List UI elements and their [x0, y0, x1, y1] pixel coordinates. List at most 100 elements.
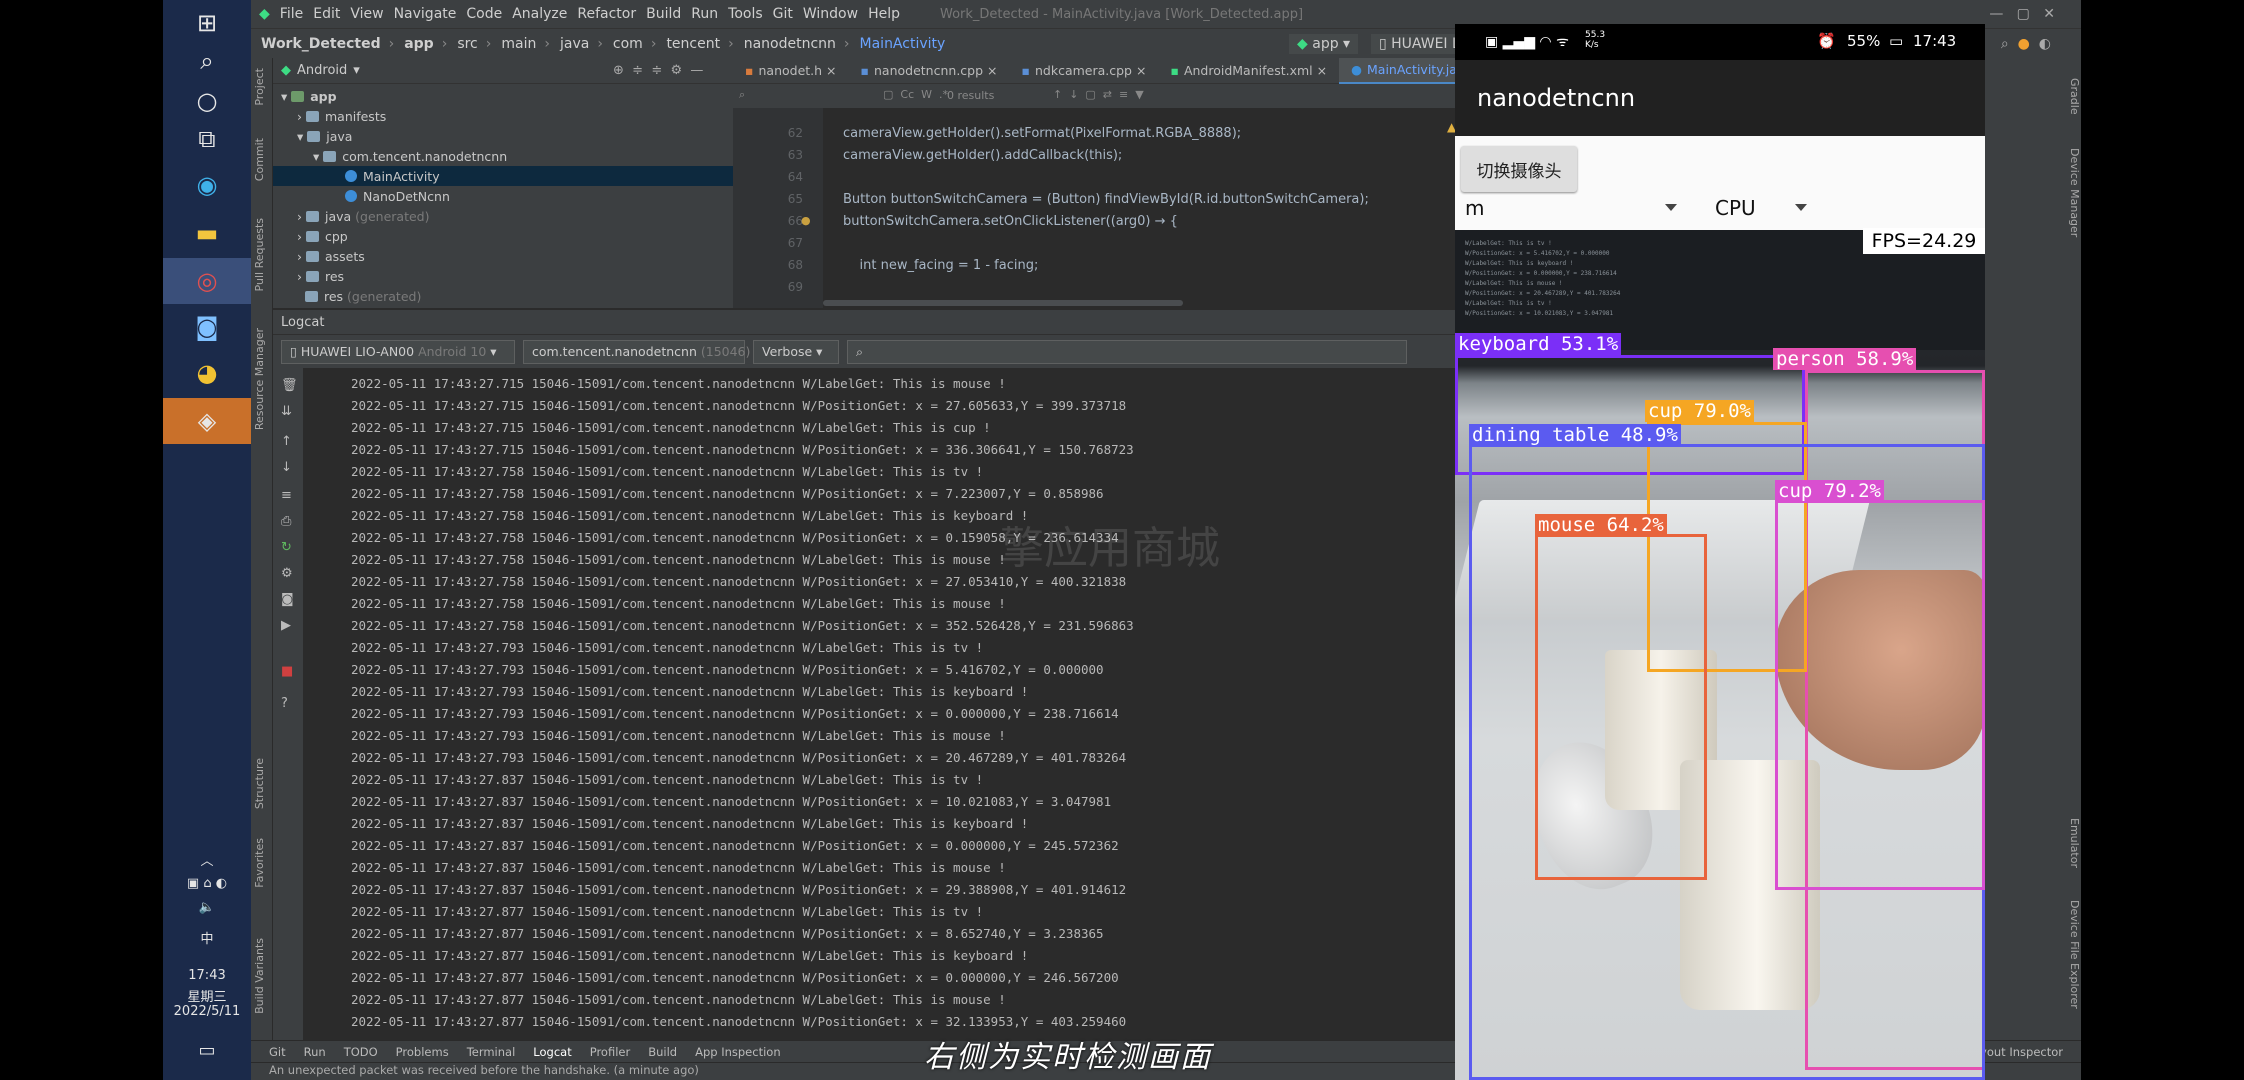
device-select[interactable]: ▯ HUAWEI L [1371, 33, 1468, 54]
menu-view[interactable]: View [350, 6, 383, 22]
file-explorer-icon[interactable]: ▬ [163, 210, 251, 256]
bottom-tab-run[interactable]: Run [304, 1045, 326, 1059]
find-options[interactable]: ▢ Cc W .* [883, 88, 948, 101]
menu-window[interactable]: Window [803, 6, 858, 22]
volume-icon[interactable]: 🔈 [163, 900, 251, 915]
logcat-device-select[interactable]: ▯ HUAWEI LIO-AN00 Android 10 ▾ [281, 339, 515, 364]
project-view-select[interactable]: Android [297, 63, 347, 78]
logcat-level-select[interactable]: Verbose ▾ [753, 339, 839, 364]
camera-icon[interactable]: ◙ [281, 592, 294, 607]
edge-icon[interactable]: ◉ [163, 162, 251, 208]
record-icon[interactable]: ▶ [281, 618, 291, 633]
menu-help[interactable]: Help [868, 6, 900, 22]
window-controls[interactable]: — ▢ ✕ [1989, 6, 2055, 22]
breadcrumb-com[interactable]: com [613, 36, 643, 52]
tool-tab-pull-requests[interactable]: Pull Requests [253, 218, 271, 291]
tree-item-app[interactable]: ▾ app [281, 86, 337, 106]
bottom-tab-problems[interactable]: Problems [396, 1045, 449, 1059]
device-spinner[interactable]: CPU [1715, 196, 1756, 220]
tab-nanodetncnn-cpp[interactable]: ▪ nanodetncnn.cpp × [849, 58, 1010, 84]
tool-tab-resource-manager[interactable]: Resource Manager [253, 328, 271, 430]
tray-chevron-icon[interactable]: ︿ [163, 850, 251, 869]
tab-android-manifest[interactable]: ▪ AndroidManifest.xml × [1158, 58, 1339, 84]
menu-navigate[interactable]: Navigate [394, 6, 457, 22]
tree-item-mainactivity[interactable]: MainActivity [273, 166, 733, 186]
tree-item-package[interactable]: ▾ com.tencent.nanodetncnn [313, 146, 507, 166]
chevron-down-icon[interactable]: ▾ [353, 63, 360, 78]
breadcrumb-class[interactable]: MainActivity [860, 36, 946, 52]
menu-git[interactable]: Git [773, 6, 793, 22]
tool-tab-project[interactable]: Project [253, 68, 271, 106]
stop-icon[interactable]: ■ [281, 664, 293, 679]
menu-run[interactable]: Run [691, 6, 718, 22]
tree-item-java-generated[interactable]: › java (generated) [297, 206, 430, 226]
logcat-process-select[interactable]: com.tencent.nanodetncnn (15046) ▾ [523, 339, 761, 364]
input-method-indicator[interactable]: 中 [163, 928, 251, 947]
chevron-down-icon[interactable] [1795, 204, 1807, 211]
android-studio-icon[interactable]: ◈ [163, 398, 251, 444]
breadcrumb-src[interactable]: src [457, 36, 477, 52]
print-icon[interactable]: ⎙ [281, 514, 291, 529]
status-message[interactable]: An unexpected packet was received before… [269, 1063, 699, 1077]
switch-camera-button[interactable]: 切换摄像头 [1461, 146, 1577, 192]
tool-tab-commit[interactable]: Commit [253, 138, 271, 181]
app-icon-active[interactable]: ◎ [163, 258, 251, 304]
menu-refactor[interactable]: Refactor [577, 6, 636, 22]
tree-item-res-generated[interactable]: res (generated) [297, 286, 421, 306]
tool-tab-favorites[interactable]: Favorites [253, 838, 271, 888]
tree-item-manifests[interactable]: › manifests [297, 106, 386, 126]
tool-tab-gradle[interactable]: Gradle [2063, 78, 2081, 115]
panel-actions[interactable]: ⊕ ≑ ≑ ⚙ — [613, 63, 703, 78]
tray-icons[interactable]: ▣ ⌂ ◐ [163, 876, 251, 891]
search-icon[interactable]: ⌕ [739, 88, 745, 102]
tool-tab-emulator[interactable]: Emulator [2063, 818, 2081, 868]
bottom-tab-todo[interactable]: TODO [344, 1045, 378, 1059]
up-icon[interactable]: ↑ [281, 434, 292, 449]
soft-wrap-icon[interactable]: ≡ [281, 488, 292, 503]
tool-tab-structure[interactable]: Structure [253, 758, 271, 809]
editor-scrollbar[interactable] [823, 300, 1183, 306]
app-icon-blue[interactable]: ◙ [163, 304, 251, 350]
tree-item-cpp[interactable]: › cpp [297, 226, 348, 246]
tree-item-res[interactable]: › res [297, 266, 344, 286]
tool-tab-device-file-explorer[interactable]: Device File Explorer [2063, 900, 2081, 1009]
tree-item-java[interactable]: ▾ java [297, 126, 352, 146]
logcat-search-input[interactable]: ⌕ [847, 339, 1407, 364]
bottom-tab-logcat[interactable]: Logcat [533, 1045, 571, 1059]
menu-edit[interactable]: Edit [313, 6, 340, 22]
menu-build[interactable]: Build [646, 6, 681, 22]
menu-code[interactable]: Code [466, 6, 502, 22]
down-icon[interactable]: ↓ [281, 460, 292, 475]
code-editor[interactable]: 62 cameraView.getHolder().setFormat(Pixe… [733, 108, 1513, 308]
breakpoint-icon[interactable]: ● [801, 214, 811, 227]
toolbar-right-icons[interactable]: ⌕ ● ◐ [2001, 36, 2051, 52]
breadcrumb-module[interactable]: app [404, 36, 434, 52]
trash-icon[interactable]: 🗑 [281, 378, 298, 393]
tree-item-assets[interactable]: › assets [297, 246, 365, 266]
bottom-tab-build[interactable]: Build [648, 1045, 677, 1059]
tab-ndkcamera-cpp[interactable]: ▪ ndkcamera.cpp × [1010, 58, 1159, 84]
tool-tab-build-variants[interactable]: Build Variants [253, 938, 271, 1014]
menu-file[interactable]: File [280, 6, 303, 22]
help-icon[interactable]: ? [281, 696, 288, 711]
notification-icon[interactable]: ▭ [163, 1040, 251, 1061]
breadcrumb-package[interactable]: nanodetncnn [744, 36, 836, 52]
chevron-down-icon[interactable] [1665, 204, 1677, 211]
scroll-end-icon[interactable]: ⇊ [281, 404, 292, 419]
restart-icon[interactable]: ↻ [281, 540, 292, 555]
bottom-tab-profiler[interactable]: Profiler [590, 1045, 631, 1059]
find-nav-icons[interactable]: ↑ ↓ ▢ ⇄ ≡ ▼ [1053, 88, 1144, 101]
breadcrumb-tencent[interactable]: tencent [666, 36, 720, 52]
breadcrumb-java[interactable]: java [560, 36, 589, 52]
tool-tab-device-manager[interactable]: Device Manager [2063, 148, 2081, 237]
bottom-tab-git[interactable]: Git [269, 1045, 286, 1059]
tab-nanodet-h[interactable]: ▪ nanodet.h × [733, 58, 849, 84]
logcat-output[interactable]: 2022-05-11 17:43:27.715 15046-15091/com.… [303, 368, 1513, 1040]
breadcrumb-main[interactable]: main [501, 36, 536, 52]
model-spinner[interactable]: m [1465, 196, 1484, 220]
clock-time[interactable]: 17:43 [163, 968, 251, 983]
menu-tools[interactable]: Tools [728, 6, 763, 22]
user-avatar-icon[interactable]: ● [2018, 36, 2030, 52]
task-view-icon[interactable]: ⧉ [163, 116, 251, 162]
tree-item-nanodetncnn[interactable]: NanoDetNcnn [345, 186, 450, 206]
